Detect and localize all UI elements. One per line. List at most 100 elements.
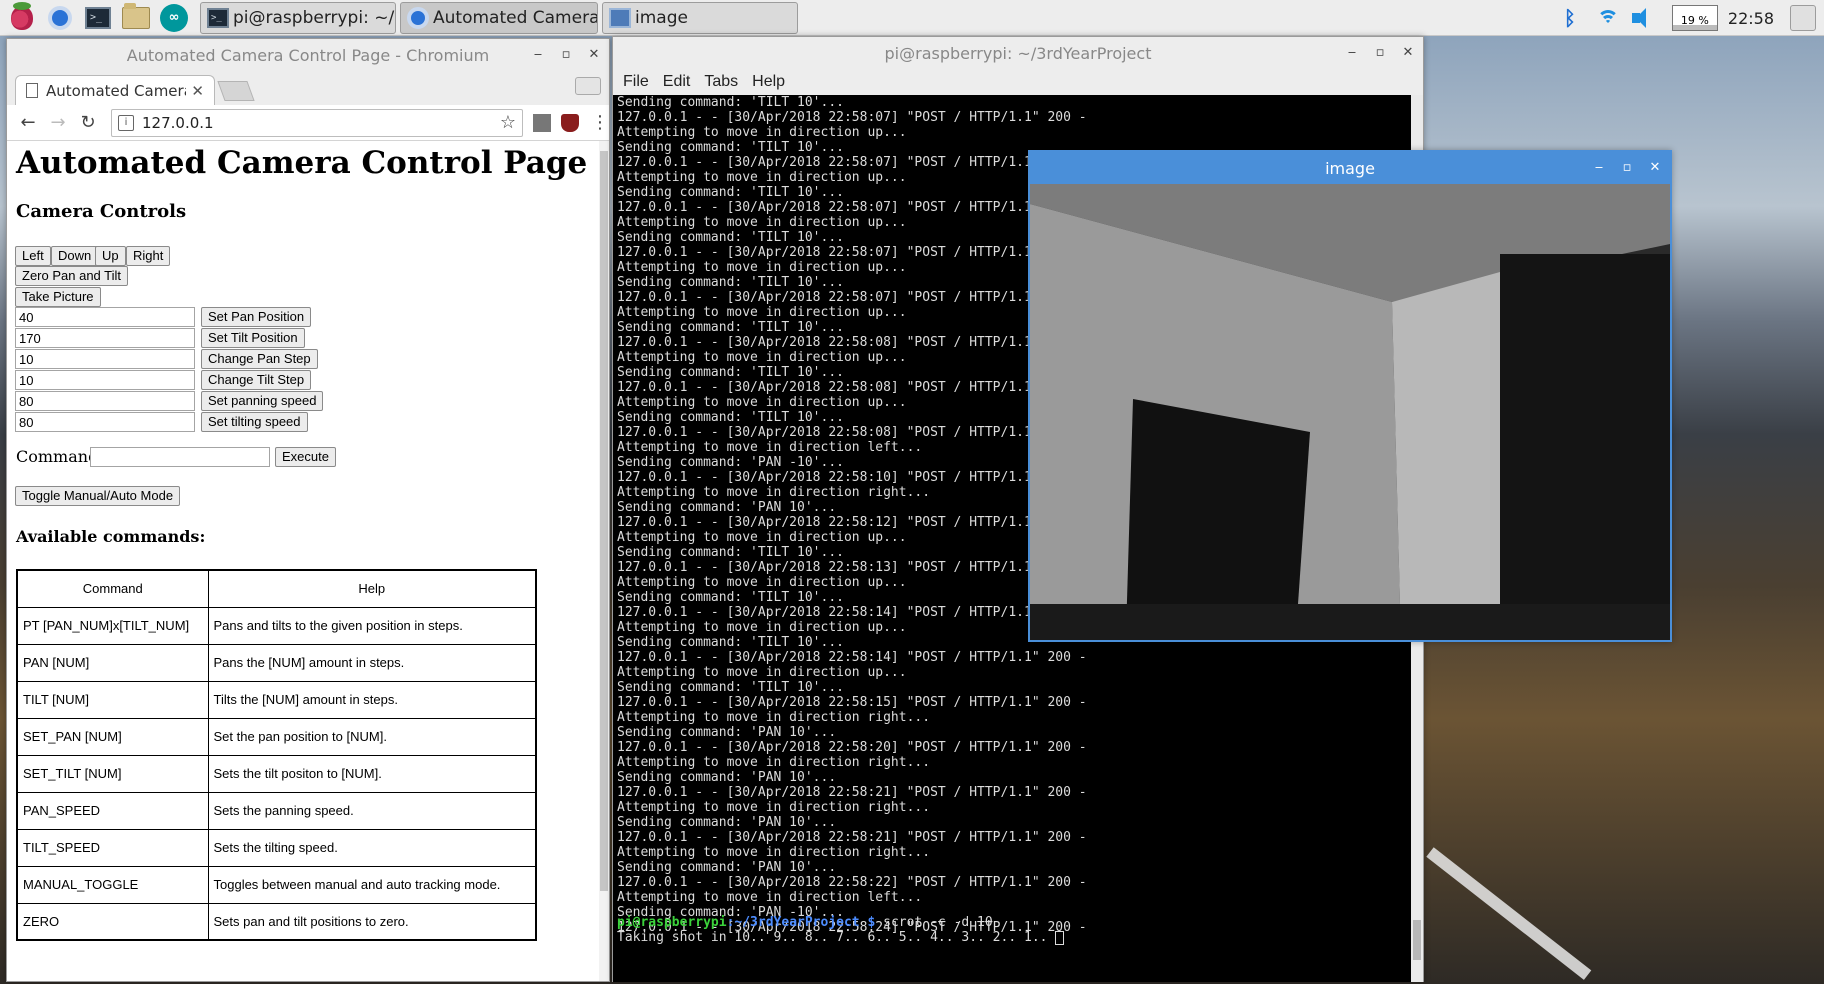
terminal-line: Sending command: 'TILT 10'...: [617, 545, 844, 560]
reload-icon[interactable]: ↻: [75, 112, 101, 133]
set-tilt-speed-button[interactable]: Set tilting speed: [201, 412, 308, 432]
chromium-titlebar[interactable]: Automated Camera Control Page - Chromium…: [7, 39, 609, 71]
back-icon[interactable]: ←: [15, 112, 41, 133]
terminal-line: Attempting to move in direction right...: [617, 710, 931, 725]
terminal-line: Sending command: 'TILT 10'...: [617, 275, 844, 290]
tilt-speed-field[interactable]: [15, 412, 195, 432]
terminal-line: 127.0.0.1 - - [30/Apr/2018 22:58:20] "PO…: [617, 740, 1087, 755]
terminal-line: 127.0.0.1 - - [30/Apr/2018 22:58:21] "PO…: [617, 830, 1087, 845]
scrollbar-thumb[interactable]: [1413, 920, 1421, 960]
menu-help[interactable]: Help: [752, 73, 785, 91]
table-header-row: Command Help: [16, 569, 537, 608]
toggle-mode-button[interactable]: Toggle Manual/Auto Mode: [15, 486, 181, 506]
task-label: Automated Camera C...: [433, 7, 598, 28]
tilt-step-field[interactable]: [15, 370, 195, 390]
ublock-icon[interactable]: [561, 113, 579, 132]
terminal-line: Attempting to move in direction up...: [617, 215, 907, 230]
maximize-icon[interactable]: ▫: [557, 46, 575, 64]
cpu-monitor: 19 %: [1671, 5, 1718, 31]
terminal-line: 127.0.0.1 - - [30/Apr/2018 22:58:14] "PO…: [617, 605, 1087, 620]
page-scrollbar[interactable]: [599, 141, 609, 981]
extension-icon[interactable]: [533, 113, 551, 132]
help-cell: Sets the tilt positon to [NUM].: [207, 754, 537, 793]
chromium-icon: [407, 6, 429, 29]
launch-file-manager[interactable]: [120, 2, 152, 34]
menu-icon[interactable]: ⋮: [591, 112, 609, 133]
close-icon[interactable]: ✕: [1646, 159, 1664, 177]
bluetooth-icon[interactable]: ᛒ: [1558, 6, 1582, 30]
terminal-line: 127.0.0.1 - - [30/Apr/2018 22:58:07] "PO…: [617, 245, 1087, 260]
clock[interactable]: 22:58: [1728, 9, 1774, 28]
terminal-line: Sending command: 'TILT 10'...: [617, 320, 844, 335]
terminal-titlebar[interactable]: pi@raspberrypi: ~/3rdYearProject ‒ ▫ ✕: [613, 37, 1423, 69]
minimize-icon[interactable]: ‒: [529, 46, 547, 64]
minimize-icon[interactable]: ‒: [1590, 159, 1608, 177]
launch-terminal[interactable]: >_: [82, 2, 114, 34]
menu-edit[interactable]: Edit: [663, 73, 691, 91]
tab-close-icon[interactable]: ✕: [191, 82, 204, 100]
terminal-line: 127.0.0.1 - - [30/Apr/2018 22:58:10] "PO…: [617, 470, 1087, 485]
set-tilt-button[interactable]: Set Tilt Position: [201, 328, 305, 348]
maximize-icon[interactable]: ▫: [1371, 44, 1389, 62]
terminal-line: Attempting to move in direction left...: [617, 890, 923, 905]
down-button[interactable]: Down: [51, 246, 99, 266]
info-icon[interactable]: i: [118, 114, 134, 131]
menu-tabs[interactable]: Tabs: [704, 73, 738, 91]
profile-icon[interactable]: [575, 77, 601, 95]
browser-toolbar: ← → ↻ i 127.0.0.1 ☆ ⋮: [7, 105, 609, 141]
new-tab-button[interactable]: [217, 81, 255, 101]
zero-button[interactable]: Zero Pan and Tilt: [15, 266, 128, 286]
pan-step-field[interactable]: [15, 349, 195, 369]
close-icon[interactable]: ✕: [585, 46, 603, 64]
up-button[interactable]: Up: [95, 246, 126, 266]
set-pan-speed-button[interactable]: Set panning speed: [201, 391, 324, 411]
left-button[interactable]: Left: [15, 246, 51, 266]
url-text[interactable]: 127.0.0.1: [142, 114, 214, 132]
scrollbar-thumb[interactable]: [600, 151, 608, 891]
forward-icon[interactable]: →: [45, 112, 71, 133]
bookmark-star-icon[interactable]: ☆: [500, 112, 516, 133]
image-titlebar[interactable]: image ‒ ▫ ✕: [1030, 152, 1670, 184]
take-picture-button[interactable]: Take Picture: [15, 287, 101, 307]
task-chromium[interactable]: Automated Camera C...: [400, 1, 598, 34]
terminal-line: Sending command: 'TILT 10'...: [617, 410, 844, 425]
wifi-icon[interactable]: [1596, 8, 1620, 28]
countdown-text: Taking shot in 10.. 9.. 8.. 7.. 6.. 5.. …: [617, 930, 1056, 945]
terminal-line: Sending command: 'TILT 10'...: [617, 95, 844, 110]
tilt-position-field[interactable]: [15, 328, 195, 348]
task-terminal[interactable]: >_ pi@raspberrypi: ~/3r...: [200, 1, 396, 34]
tab-camera-control[interactable]: Automated Camera Control Page ✕: [15, 75, 215, 105]
address-bar[interactable]: i 127.0.0.1 ☆: [111, 108, 523, 137]
image-window-icon: [609, 7, 631, 28]
change-tilt-step-button[interactable]: Change Tilt Step: [201, 370, 312, 390]
task-label: image: [635, 7, 688, 28]
volume-icon[interactable]: [1630, 8, 1658, 28]
launch-chromium[interactable]: [44, 2, 76, 34]
execute-button[interactable]: Execute: [275, 447, 336, 467]
pan-speed-field[interactable]: [15, 391, 195, 411]
table-row: SET_TILT [NUM] Sets the tilt positon to […: [16, 754, 537, 793]
task-image[interactable]: image: [602, 1, 798, 34]
command-input[interactable]: [90, 447, 270, 467]
help-cell: Pans the [NUM] amount in steps.: [207, 643, 537, 682]
terminal-line: Attempting to move in direction up...: [617, 350, 907, 365]
table-row: MANUAL_TOGGLE Toggles between manual and …: [16, 865, 537, 904]
menu-file[interactable]: File: [623, 73, 649, 91]
eject-icon[interactable]: [1790, 5, 1816, 31]
command-cell: MANUAL_TOGGLE: [16, 865, 209, 904]
terminal-line: Attempting to move in direction up...: [617, 170, 907, 185]
menu-button[interactable]: [6, 1, 38, 34]
launch-arduino[interactable]: ∞: [158, 2, 190, 34]
change-pan-step-button[interactable]: Change Pan Step: [201, 349, 318, 369]
pan-position-field[interactable]: [15, 307, 195, 327]
maximize-icon[interactable]: ▫: [1618, 159, 1636, 177]
page-title: Automated Camera Control Page: [16, 145, 588, 181]
close-icon[interactable]: ✕: [1399, 44, 1417, 62]
command-cell: ZERO: [16, 902, 209, 941]
minimize-icon[interactable]: ‒: [1343, 44, 1361, 62]
page-content: Automated Camera Control Page Camera Con…: [7, 141, 601, 981]
set-pan-button[interactable]: Set Pan Position: [201, 307, 312, 327]
right-button[interactable]: Right: [126, 246, 171, 266]
terminal-line: Sending command: 'PAN 10'...: [617, 860, 837, 875]
terminal-icon: >_: [207, 7, 229, 28]
